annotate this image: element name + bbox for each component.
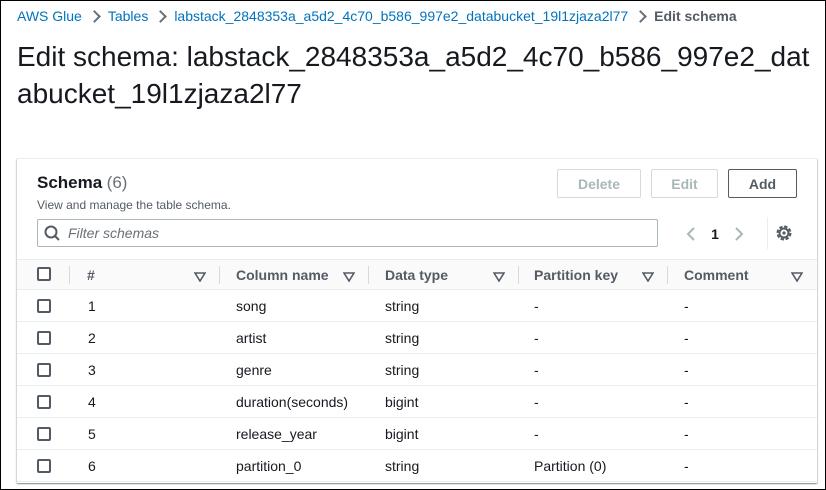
panel-description: View and manage the table schema. xyxy=(37,198,231,212)
cell-comment: - xyxy=(684,297,689,314)
cell-data-type: string xyxy=(385,329,420,346)
chevron-right-icon xyxy=(82,8,108,24)
row-checkbox[interactable] xyxy=(37,459,51,473)
cell-number: 3 xyxy=(88,361,96,378)
cell-partition-key: - xyxy=(534,361,539,378)
cell-comment: - xyxy=(684,393,689,410)
breadcrumb-table-name[interactable]: labstack_2848353a_a5d2_4c70_b586_997e2_d… xyxy=(174,8,628,24)
caret-down-icon[interactable] xyxy=(342,269,356,283)
cell-number: 5 xyxy=(88,425,96,442)
table-header: # Column name Data type Partition key Co… xyxy=(17,259,817,290)
breadcrumb-aws-glue[interactable]: AWS Glue xyxy=(17,8,82,24)
filter-input[interactable] xyxy=(68,221,657,245)
chevron-left-icon[interactable] xyxy=(679,222,705,246)
column-header-partition-key[interactable]: Partition key xyxy=(534,260,618,289)
cell-data-type: string xyxy=(385,457,420,474)
row-checkbox[interactable] xyxy=(37,299,51,313)
cell-partition-key: - xyxy=(534,393,539,410)
column-divider xyxy=(69,266,70,284)
cell-comment: - xyxy=(684,425,689,442)
cell-partition-key: - xyxy=(534,329,539,346)
column-divider xyxy=(518,266,519,284)
cell-number: 4 xyxy=(88,393,96,410)
gear-icon[interactable] xyxy=(773,222,795,244)
cell-number: 2 xyxy=(88,329,96,346)
column-divider xyxy=(368,266,369,284)
cell-number: 1 xyxy=(88,297,96,314)
row-checkbox[interactable] xyxy=(37,427,51,441)
delete-button[interactable]: Delete xyxy=(557,169,641,198)
cell-partition-key: - xyxy=(534,425,539,442)
caret-down-icon[interactable] xyxy=(492,269,506,283)
caret-down-icon[interactable] xyxy=(193,269,207,283)
cell-column-name: partition_0 xyxy=(236,457,302,474)
cell-data-type: bigint xyxy=(385,393,419,410)
search-icon xyxy=(38,220,68,246)
panel-count: (6) xyxy=(106,173,128,192)
breadcrumb: AWS Glue Tables labstack_2848353a_a5d2_4… xyxy=(17,8,737,24)
column-divider xyxy=(667,266,668,284)
cell-column-name: song xyxy=(236,297,267,314)
column-header-data-type[interactable]: Data type xyxy=(385,260,448,289)
chevron-right-icon[interactable] xyxy=(725,222,751,246)
cell-column-name: genre xyxy=(236,361,272,378)
add-button[interactable]: Add xyxy=(728,169,797,198)
page-number[interactable]: 1 xyxy=(705,226,725,242)
breadcrumb-current: Edit schema xyxy=(654,8,737,24)
column-divider xyxy=(219,266,220,284)
cell-column-name: artist xyxy=(236,329,267,346)
table-row[interactable]: 1 song string - - xyxy=(17,290,817,322)
table-row[interactable]: 6 partition_0 string Partition (0) - xyxy=(17,450,817,482)
cell-partition-key: Partition (0) xyxy=(534,457,607,474)
cell-data-type: bigint xyxy=(385,425,419,442)
cell-comment: - xyxy=(684,329,689,346)
chevron-right-icon xyxy=(148,8,174,24)
cell-comment: - xyxy=(684,457,689,474)
row-checkbox[interactable] xyxy=(37,331,51,345)
table-row[interactable]: 2 artist string - - xyxy=(17,322,817,354)
table-row[interactable]: 3 genre string - - xyxy=(17,354,817,386)
table-row[interactable]: 4 duration(seconds) bigint - - xyxy=(17,386,817,418)
panel-title: Schema xyxy=(37,173,103,192)
cell-comment: - xyxy=(684,361,689,378)
caret-down-icon[interactable] xyxy=(641,269,655,283)
cell-column-name: duration(seconds) xyxy=(236,393,349,410)
column-header-comment[interactable]: Comment xyxy=(684,260,749,289)
cell-number: 6 xyxy=(88,457,96,474)
column-header-column-name[interactable]: Column name xyxy=(236,260,329,289)
cell-column-name: release_year xyxy=(236,425,317,442)
breadcrumb-tables[interactable]: Tables xyxy=(108,8,148,24)
filter-box xyxy=(37,219,658,247)
pagination: 1 xyxy=(679,221,751,247)
edit-button[interactable]: Edit xyxy=(651,169,718,198)
table-row[interactable]: 5 release_year bigint - - xyxy=(17,418,817,450)
select-all-checkbox[interactable] xyxy=(37,267,51,281)
cell-partition-key: - xyxy=(534,297,539,314)
cell-data-type: string xyxy=(385,297,420,314)
divider xyxy=(767,217,768,249)
chevron-right-icon xyxy=(628,8,654,24)
column-header-number[interactable]: # xyxy=(87,260,95,289)
schema-table: # Column name Data type Partition key Co… xyxy=(17,259,817,482)
panel-header: Schema (6) xyxy=(37,173,127,193)
caret-down-icon[interactable] xyxy=(790,269,804,283)
cell-data-type: string xyxy=(385,361,420,378)
row-checkbox[interactable] xyxy=(37,395,51,409)
row-checkbox[interactable] xyxy=(37,363,51,377)
page-title: Edit schema: labstack_2848353a_a5d2_4c70… xyxy=(17,41,810,109)
schema-panel: Schema (6) View and manage the table sch… xyxy=(17,158,817,483)
